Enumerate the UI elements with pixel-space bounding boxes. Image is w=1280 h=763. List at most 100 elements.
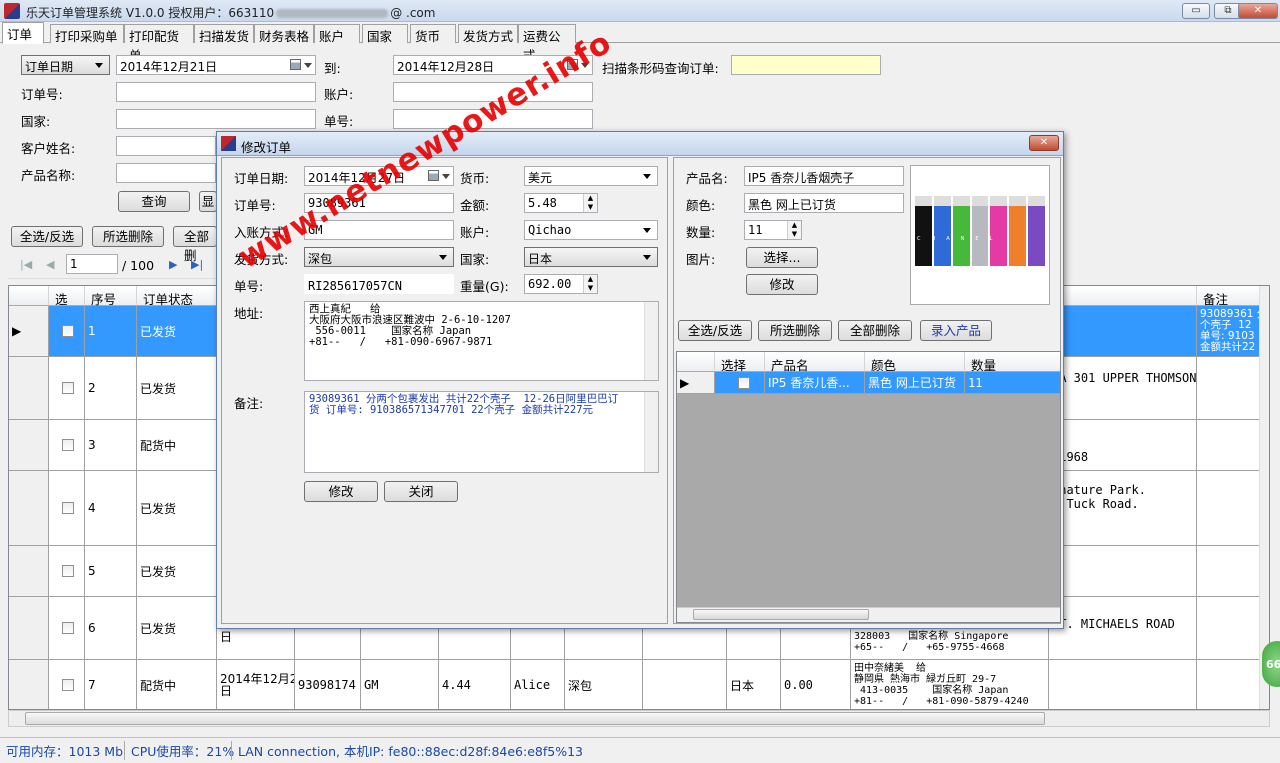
tab-print-picking[interactable]: 打印配货单 (124, 24, 194, 63)
first-page-icon[interactable]: |◀ (20, 258, 32, 271)
product-row-checkbox[interactable] (715, 372, 765, 393)
date-type-select[interactable]: 订单日期 (21, 55, 110, 75)
minimize-button[interactable]: ▭ (1182, 3, 1210, 19)
address-textarea[interactable]: 西上真紀 给 大阪府大阪市浪速区難波中 2-6-10-1207 556-0011… (304, 301, 659, 381)
case-silver (971, 196, 989, 266)
product-col-color[interactable]: 颜色 (865, 352, 965, 373)
status-bar: 可用内存：1013 Mb CPU使用率：21% LAN connection, … (0, 737, 1280, 760)
row-tracking (643, 660, 727, 709)
row-checkbox[interactable] (49, 357, 85, 419)
qty-spinner[interactable]: ▲ ▼ (787, 221, 801, 239)
remark-label: 备注: (234, 396, 264, 411)
tab-finance[interactable]: 财务表格 (254, 24, 314, 44)
close-dialog-button[interactable]: 关闭 (384, 481, 458, 502)
pager: |◀ ◀ 1 / 100 ▶ ▶| (8, 251, 218, 279)
tab-scan-ship[interactable]: 扫描发货 (194, 24, 254, 44)
row-seq: 7 (85, 660, 137, 709)
tab-shipping[interactable]: 发货方式 (458, 24, 518, 44)
page-input[interactable]: 1 (66, 254, 118, 274)
country-input[interactable] (116, 109, 316, 129)
ship-method-select[interactable]: 深包 (304, 247, 454, 267)
color-label: 颜色: (686, 198, 716, 213)
tab-print-purchase[interactable]: 打印采购单 (50, 24, 124, 44)
product-scroll-thumb[interactable] (693, 609, 869, 620)
product-input[interactable] (116, 163, 216, 183)
product-name-input[interactable]: IP5 香奈儿香烟壳子 (744, 166, 904, 186)
tab-accounts[interactable]: 账户 (314, 24, 360, 44)
page-total: / 100 (122, 258, 155, 273)
col-remark[interactable]: 备注 (1197, 286, 1261, 307)
delete-all-button[interactable]: 全部删 (173, 226, 217, 263)
color-input[interactable]: 黑色 网上已订货 (744, 193, 904, 213)
tab-orders[interactable]: 订单 (2, 22, 44, 44)
country-select[interactable]: 日本 (524, 247, 658, 267)
customer-input[interactable] (116, 136, 216, 156)
row-indicator: ▶ (9, 306, 49, 356)
modify-button[interactable]: 修改 (304, 481, 378, 502)
table-row[interactable]: 7 配货中 2014年12月27 日 93098174 GM 4.44 Alic… (9, 660, 1269, 709)
scroll-thumb[interactable] (25, 712, 1045, 725)
col-select[interactable]: 选择 (49, 286, 85, 326)
product-col-name[interactable]: 产品名 (765, 352, 865, 373)
remark-textarea[interactable]: 93089361 分两个包裹发出 共计22个壳子 12-26日阿里巴巴订 货 订… (304, 391, 659, 473)
show-button[interactable]: 显 (199, 191, 217, 212)
account-select[interactable]: Qichao (524, 220, 658, 240)
order-no-input[interactable] (116, 82, 316, 102)
row-checkbox[interactable] (49, 420, 85, 470)
product-select-all-button[interactable]: 全选/反选 (678, 320, 752, 341)
address-scrollbar[interactable] (644, 302, 658, 380)
prev-page-icon[interactable]: ◀ (46, 258, 54, 271)
query-button[interactable]: 查询 (118, 191, 190, 212)
remark-scrollbar[interactable] (644, 392, 658, 472)
currency-select[interactable]: 美元 (524, 166, 658, 186)
product-image-logo-text: CHANEL (917, 236, 1004, 242)
col-seq[interactable]: 序号 (85, 286, 137, 307)
product-delete-all-button[interactable]: 全部删除 (838, 320, 912, 341)
chevron-down-icon[interactable] (442, 174, 450, 183)
product-name-label: 产品名: (686, 171, 728, 186)
last-page-icon[interactable]: ▶| (191, 258, 203, 271)
dialog-close-button[interactable]: ✕ (1029, 135, 1059, 151)
grid-horizontal-scrollbar[interactable] (8, 710, 1270, 727)
product-col-qty[interactable]: 数量 (965, 352, 1060, 373)
row-order-no: 93098174 (295, 660, 361, 709)
product-row[interactable]: ▶ IP5 香奈儿香... 黑色 网上已订货 11 (677, 372, 1060, 394)
row-ship: 深包 (565, 660, 643, 709)
delete-selected-button[interactable]: 所选删除 (92, 226, 164, 247)
amount-spinner[interactable]: ▲ ▼ (583, 194, 597, 212)
side-badge[interactable]: 66 (1262, 641, 1280, 687)
tab-countries[interactable]: 国家 (362, 24, 408, 44)
row-checkbox[interactable] (49, 306, 85, 356)
col-status[interactable]: 订单状态 (137, 286, 217, 307)
add-product-button[interactable]: 录入产品 (920, 320, 992, 341)
product-delete-selected-button[interactable]: 所选删除 (758, 320, 832, 341)
calendar-icon[interactable] (428, 170, 439, 181)
date-from-picker[interactable]: 2014年12月21日 (116, 55, 316, 75)
to-label: 到: (324, 61, 341, 76)
close-button[interactable]: ✕ (1238, 3, 1278, 19)
row-seq: 1 (85, 306, 137, 356)
modify-product-button[interactable]: 修改 (746, 274, 818, 295)
tab-currency[interactable]: 货币 (410, 24, 456, 44)
tracking-input[interactable]: RI285617057CN (304, 274, 454, 294)
calendar-icon[interactable] (290, 59, 301, 70)
qty-label: 数量: (686, 225, 716, 240)
barcode-input[interactable] (731, 55, 881, 75)
case-black (915, 196, 932, 266)
row-checkbox[interactable] (49, 660, 85, 709)
order-date-label: 订单日期: (234, 171, 289, 186)
row-checkbox[interactable] (49, 597, 85, 659)
tab-freight-formula[interactable]: 运费公式 (518, 24, 576, 63)
product-grid-hscroll[interactable] (677, 607, 1060, 622)
choose-image-button[interactable]: 选择... (746, 247, 818, 268)
product-col-select[interactable]: 选择 (715, 352, 765, 373)
row-seq: 4 (85, 471, 137, 545)
select-all-button[interactable]: 全选/反选 (11, 226, 83, 247)
case-green (952, 196, 970, 266)
weight-spinner[interactable]: ▲ ▼ (583, 275, 597, 293)
account-label: 账户: (460, 225, 490, 240)
chevron-down-icon[interactable] (304, 63, 312, 72)
row-checkbox[interactable] (49, 471, 85, 545)
row-checkbox[interactable] (49, 546, 85, 596)
next-page-icon[interactable]: ▶ (169, 258, 177, 271)
